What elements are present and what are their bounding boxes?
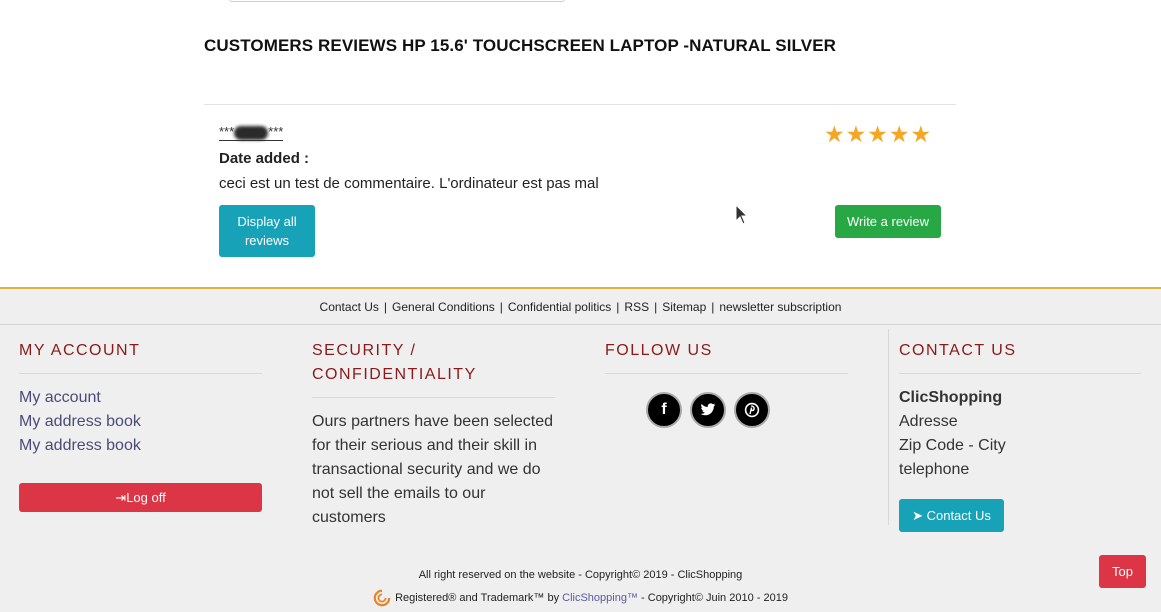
redacted-name [234,125,269,140]
contact-column: CONTACT US ClicShopping Adresse Zip Code… [899,339,1141,532]
clicshopping-link[interactable]: ClicShopping™ [562,592,638,604]
divider [204,104,956,105]
footer-link-rss[interactable]: RSS [624,300,649,314]
footer: Contact Us | General Conditions | Confid… [0,287,1161,612]
sign-out-icon: ⇥ [115,489,127,505]
footer-link-privacy[interactable]: Confidential politics [508,300,611,314]
contact-title: CONTACT US [899,339,1141,374]
trademark-line: Registered® and Trademark™ by ClicShoppi… [0,589,1161,607]
social-links: f [605,392,848,428]
company-name: ClicShopping [899,389,1003,406]
twitter-icon[interactable] [690,392,726,428]
facebook-icon[interactable]: f [646,392,682,428]
review-comment: ceci est un test de commentaire. L'ordin… [219,175,599,192]
reviewer-name: *** *** [219,124,284,141]
star-icon: ★ [867,121,888,147]
follow-title: FOLLOW US [605,339,848,374]
address-book-link[interactable]: My address book [19,410,262,434]
column-divider [888,329,889,525]
display-all-reviews-button[interactable]: Display all reviews [219,205,315,257]
company-phone: telephone [899,461,970,478]
reviews-title: CUSTOMERS REVIEWS HP 15.6' TOUCHSCREEN L… [204,36,837,55]
copyright-line: All right reserved on the website - Copy… [418,569,743,581]
contact-details: ClicShopping Adresse Zip Code - City tel… [899,386,1141,482]
address-book-link-2[interactable]: My address book [19,434,262,458]
footer-link-conditions[interactable]: General Conditions [392,300,495,314]
footer-link-contact[interactable]: Contact Us [320,300,379,314]
star-icon: ★ [888,121,910,147]
my-account-column: MY ACCOUNT My account My address book My… [19,339,262,512]
security-text: Ours partners have been selected for the… [312,413,554,526]
clicshopping-logo-icon [373,589,391,607]
date-added-label: Date added : [219,150,310,167]
security-title: SECURITY / CONFIDENTIALITY [312,339,555,398]
pinterest-icon[interactable] [734,392,770,428]
company-zip-city: Zip Code - City [899,437,1006,454]
security-column: SECURITY / CONFIDENTIALITY Ours partners… [312,339,555,530]
log-off-button[interactable]: ⇥Log off [19,483,262,512]
star-icon: ★ [845,121,867,147]
contact-us-button[interactable]: ➤ Contact Us [899,499,1004,532]
mouse-cursor-icon [735,204,749,225]
footer-link-sitemap[interactable]: Sitemap [662,300,706,314]
follow-column: FOLLOW US f [605,339,848,428]
write-review-button[interactable]: Write a review [835,205,941,238]
my-account-title: MY ACCOUNT [19,339,262,374]
rating-stars: ★ ★ ★ ★ ★ [824,122,931,146]
search-input-edge[interactable] [229,0,565,2]
company-address: Adresse [899,413,958,430]
footer-links: Contact Us | General Conditions | Confid… [0,289,1161,325]
footer-link-newsletter[interactable]: newsletter subscription [719,300,841,314]
back-to-top-button[interactable]: Top [1099,555,1146,588]
my-account-link[interactable]: My account [19,386,262,410]
send-icon: ➤ [912,507,927,523]
star-icon: ★ [910,121,932,147]
star-icon: ★ [824,121,845,147]
